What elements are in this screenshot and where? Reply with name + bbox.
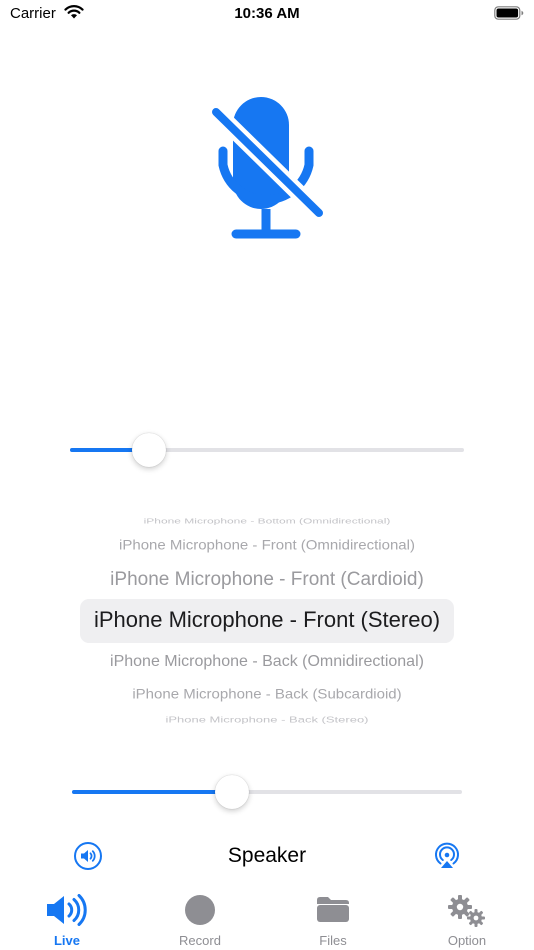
status-bar: Carrier 10:36 AM: [0, 0, 534, 30]
picker-option[interactable]: iPhone Microphone - Back (Omnidirectiona…: [0, 653, 534, 671]
folder-icon: [315, 894, 351, 929]
tab-option[interactable]: Option: [417, 884, 517, 950]
slider-thumb[interactable]: [214, 775, 249, 809]
record-circle-icon: [184, 894, 216, 931]
picker-option[interactable]: iPhone Microphone - Back (Stereo): [0, 715, 534, 725]
tab-bar: Live Record Files Option: [0, 884, 534, 950]
tab-record[interactable]: Record: [150, 884, 250, 950]
speaker-wave-icon: [45, 894, 89, 931]
gain-slider[interactable]: [70, 430, 464, 470]
picker-option[interactable]: iPhone Microphone - Bottom (Omnidirectio…: [0, 517, 534, 525]
slider-thumb[interactable]: [131, 433, 166, 467]
picker-option-selected[interactable]: iPhone Microphone - Front (Stereo): [0, 607, 534, 633]
battery-icon: [494, 6, 524, 25]
volume-slider[interactable]: [72, 772, 462, 812]
output-route-row: Speaker: [0, 836, 534, 876]
tab-live[interactable]: Live: [17, 884, 117, 950]
airplay-icon[interactable]: [432, 841, 462, 876]
picker-option[interactable]: iPhone Microphone - Front (Omnidirection…: [0, 538, 534, 553]
input-device-picker[interactable]: iPhone Microphone - Bottom (Omnidirectio…: [0, 508, 534, 738]
status-time: 10:36 AM: [234, 5, 300, 22]
tab-label: Files: [319, 933, 347, 948]
mic-slash-icon[interactable]: [203, 95, 333, 243]
picker-option[interactable]: iPhone Microphone - Front (Cardioid): [0, 569, 534, 591]
tab-label: Option: [447, 933, 487, 948]
tab-label: Record: [179, 933, 221, 948]
gears-icon: [446, 894, 488, 933]
picker-option[interactable]: iPhone Microphone - Back (Subcardioid): [0, 687, 534, 702]
tab-files[interactable]: Files: [283, 884, 383, 950]
tab-label: Live: [53, 933, 80, 948]
slider-fill: [72, 790, 232, 794]
